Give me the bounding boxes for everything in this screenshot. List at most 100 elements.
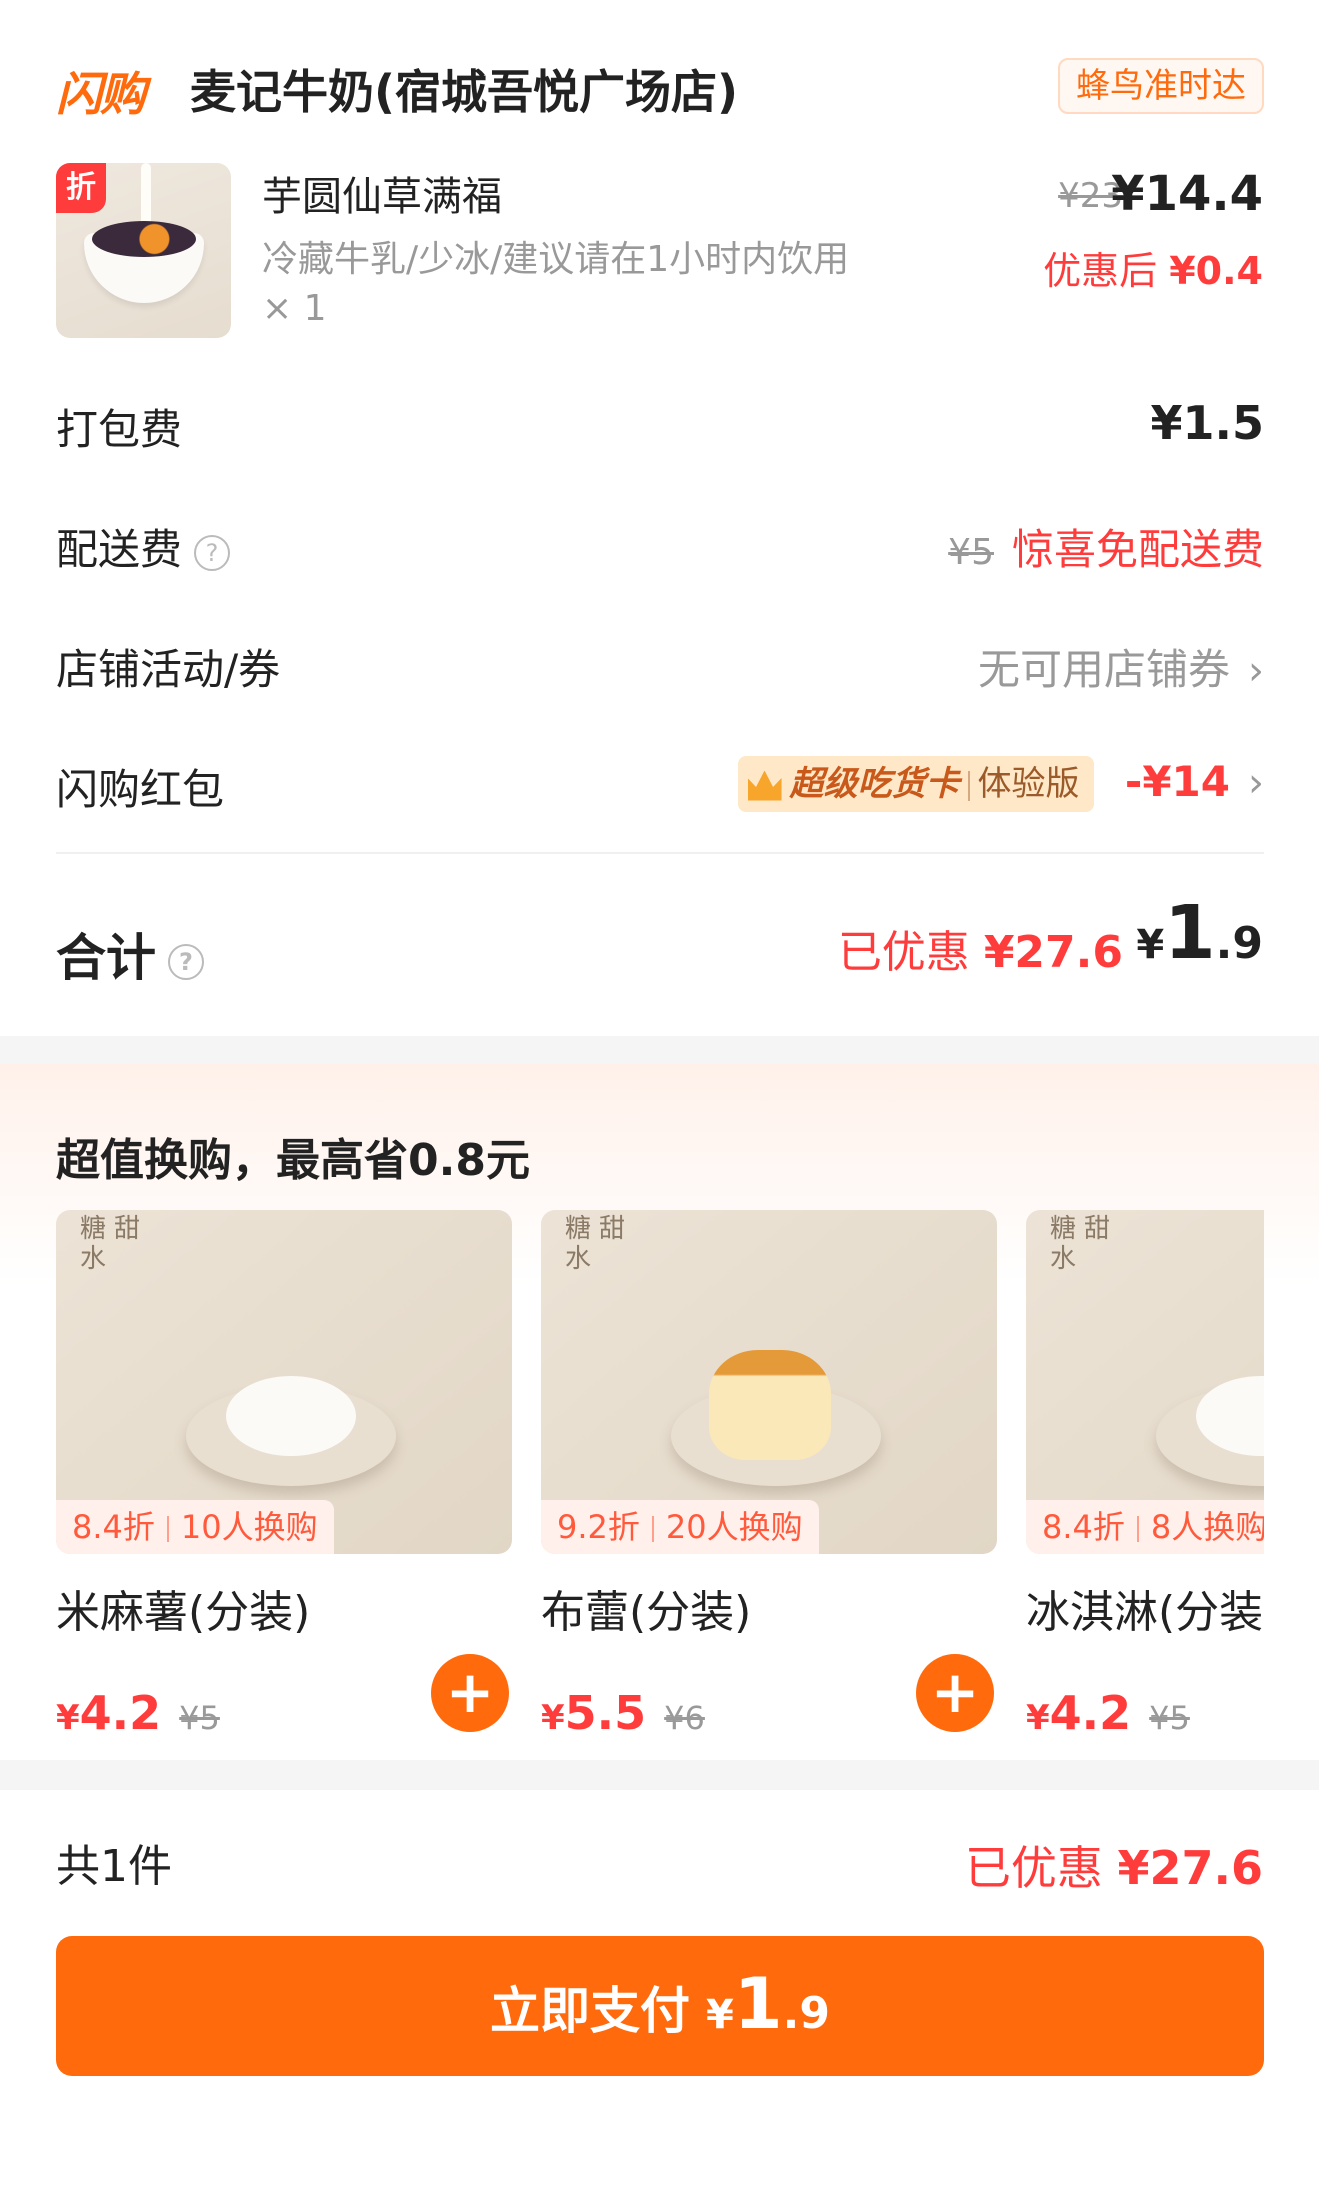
tag-divider	[1136, 1516, 1139, 1542]
pay-now-button[interactable]: 立即支付 ¥1.9	[56, 1936, 1264, 2076]
upsell-tag: 9.2折 20人换购	[541, 1500, 819, 1554]
redpacket-label: 闪购红包	[56, 765, 225, 814]
upsell-image[interactable]: 糖甜水 9.2折 20人换购	[541, 1210, 997, 1554]
redpacket-value-wrap: 超级吃货卡 体验版 -¥14 ›	[737, 756, 1264, 812]
total-saved-label: 已优惠	[837, 927, 970, 978]
upsell-currency: ¥	[1026, 1698, 1050, 1738]
product-price: ¥14.4	[1111, 166, 1263, 222]
packing-fee-row: 打包费 ¥1.5	[56, 396, 1264, 456]
upsell-currency: ¥	[56, 1698, 80, 1738]
upsell-tag: 8.4折 8人换购	[1026, 1500, 1264, 1554]
product-price-after-discount: 优惠后 ¥0.4	[1043, 240, 1263, 295]
upsell-watermark: 糖甜水	[80, 1214, 149, 1274]
total-currency: ¥	[1136, 922, 1165, 968]
total-amount: ¥1.9	[1136, 890, 1263, 976]
upsell-discount: 8.4折	[1042, 1508, 1125, 1546]
product-spec: 冷藏牛乳/少冰/建议请在1小时内饮用	[262, 239, 850, 280]
upsell-price: ¥4.2 ¥5	[56, 1686, 220, 1740]
store-coupon-value: 无可用店铺券	[977, 645, 1230, 694]
footer-saved: 已优惠 ¥27.6	[965, 1832, 1263, 1898]
divider	[56, 852, 1264, 854]
upsell-price-value: 4.2	[1049, 1686, 1132, 1740]
pay-amount-dec: .9	[782, 1988, 830, 2039]
upsell-buyers: 8人换购	[1150, 1508, 1264, 1546]
store-coupon-row[interactable]: 店铺活动/券 无可用店铺券 ›	[56, 636, 1264, 696]
upsell-original-price: ¥5	[1149, 1699, 1190, 1737]
upsell-price: ¥4.2 ¥5	[1026, 1686, 1190, 1740]
tag-divider	[651, 1516, 654, 1542]
packing-fee-label: 打包费	[56, 405, 183, 454]
help-icon[interactable]: ?	[168, 943, 204, 980]
store-coupon-value-wrap: 无可用店铺券 ›	[978, 636, 1264, 697]
delivery-fee-value-wrap: ¥5 惊喜免配送费	[948, 516, 1264, 577]
upsell-discount: 9.2折	[557, 1508, 640, 1546]
total-label: 合计	[56, 929, 156, 987]
upsell-currency: ¥	[541, 1698, 565, 1738]
delivery-fee-value: 惊喜免配送费	[1011, 525, 1264, 574]
upsell-buyers: 20人换购	[665, 1508, 803, 1546]
store-name[interactable]: 麦记牛奶(宿城吾悦广场店)	[190, 56, 738, 122]
upsell-name: 布蕾(分装)	[541, 1587, 752, 1638]
chevron-right-icon: ›	[1248, 648, 1264, 694]
upsell-carousel[interactable]: 糖甜水 8.4折 10人换购 米麻薯(分装) ¥4.2 ¥5 糖甜水 9.2折 20人…	[56, 1210, 1264, 1760]
product-name: 芋圆仙草满福	[262, 174, 502, 220]
upsell-watermark: 糖甜水	[1050, 1214, 1119, 1274]
add-to-cart-button[interactable]: +	[431, 1654, 509, 1732]
upsell-price-value: 4.2	[79, 1686, 162, 1740]
delivery-fee-original: ¥5	[948, 532, 994, 573]
help-icon[interactable]: ?	[194, 534, 231, 571]
upsell-image[interactable]: 糖甜水 8.4折 10人换购	[56, 1210, 512, 1554]
redpacket-value: -¥14	[1124, 756, 1230, 806]
tag-divider	[166, 1516, 169, 1542]
pay-button-label: 立即支付	[490, 1982, 691, 2040]
upsell-name: 冰淇淋(分装)	[1026, 1587, 1264, 1638]
vip-trial-label: 体验版	[977, 764, 1080, 804]
item-count: 共1件	[56, 1841, 172, 1892]
discount-tag: 折	[56, 163, 106, 213]
vip-card-badge[interactable]: 超级吃货卡 体验版	[737, 756, 1094, 812]
footer-saved-value: ¥27.6	[1117, 1841, 1263, 1895]
badge-divider	[967, 770, 970, 801]
product-quantity: × 1	[262, 288, 327, 329]
delivery-fee-row: 配送费? ¥5 惊喜免配送费	[56, 516, 1264, 576]
pay-currency: ¥	[706, 1992, 734, 2038]
checkout-bar: 共1件 已优惠 ¥27.6 立即支付 ¥1.9	[0, 1790, 1319, 2208]
upsell-original-price: ¥6	[664, 1699, 705, 1737]
delivery-fee-label-wrap: 配送费?	[56, 516, 231, 577]
upsell-original-price: ¥5	[179, 1699, 220, 1737]
brand-logo: 闪购	[56, 67, 146, 121]
total-label-wrap: 合计?	[56, 918, 204, 990]
total-amount-dec: .9	[1215, 918, 1263, 969]
upsell-price: ¥5.5 ¥6	[541, 1686, 705, 1740]
upsell-buyers: 10人换购	[180, 1508, 318, 1546]
total-amount-int: 1	[1164, 890, 1216, 976]
upsell-tag: 8.4折 10人换购	[56, 1500, 334, 1554]
price-after-value: ¥0.4	[1169, 249, 1263, 293]
price-after-label: 优惠后	[1043, 249, 1158, 293]
pudding-shape	[709, 1350, 831, 1460]
dessert-fill	[92, 221, 196, 257]
pay-amount-int: 1	[733, 1963, 783, 2045]
order-summary-card: 闪购 麦记牛奶(宿城吾悦广场店) 蜂鸟准时达 折 芋圆仙草满福 冷藏牛乳/少冰/…	[0, 0, 1319, 1036]
footer-saved-label: 已优惠	[964, 1841, 1103, 1895]
chevron-right-icon: ›	[1248, 759, 1264, 806]
store-header: 闪购 麦记牛奶(宿城吾悦广场店) 蜂鸟准时达	[56, 56, 1264, 122]
delivery-badge: 蜂鸟准时达	[1058, 58, 1264, 114]
total-saved-value: ¥27.6	[983, 927, 1123, 978]
store-coupon-label: 店铺活动/券	[56, 645, 281, 694]
add-to-cart-button[interactable]: +	[916, 1654, 994, 1732]
upsell-section: 超值换购，最高省0.8元 糖甜水 8.4折 10人换购 米麻薯(分装) ¥4.2 ¥…	[0, 1064, 1319, 1760]
upsell-image[interactable]: 糖甜水 8.4折 8人换购	[1026, 1210, 1264, 1554]
upsell-name: 米麻薯(分装)	[56, 1587, 311, 1638]
upsell-watermark: 糖甜水	[565, 1214, 634, 1274]
crown-icon	[747, 770, 782, 801]
upsell-price-value: 5.5	[564, 1686, 647, 1740]
redpacket-row[interactable]: 闪购红包 超级吃货卡 体验版 -¥14 ›	[56, 756, 1264, 816]
upsell-card[interactable]: 糖甜水 8.4折 8人换购 冰淇淋(分装) ¥4.2 ¥5	[1026, 1210, 1264, 1760]
mochi-shape	[226, 1376, 356, 1456]
packing-fee-value: ¥1.5	[1150, 396, 1265, 450]
total-saved: 已优惠 ¥27.6	[838, 916, 1123, 980]
upsell-discount: 8.4折	[72, 1508, 155, 1546]
delivery-fee-label: 配送费	[56, 525, 183, 574]
upsell-title: 超值换购，最高省0.8元	[56, 1135, 530, 1186]
